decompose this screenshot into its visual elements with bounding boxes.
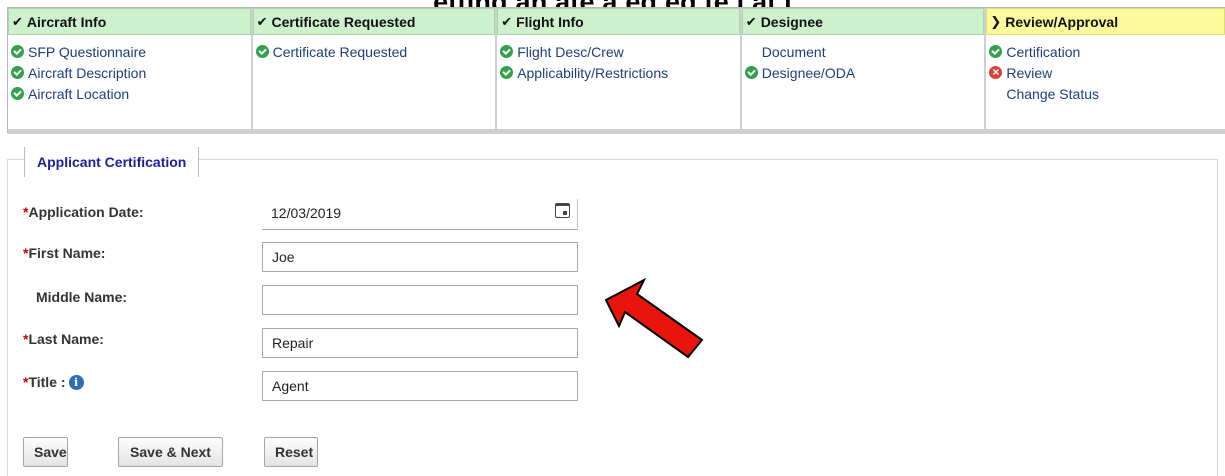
step-link-document[interactable]: Document	[745, 41, 985, 62]
step-link-label: Change Status	[1006, 85, 1099, 102]
step-header-designee[interactable]: ✔ Designee	[741, 8, 985, 35]
application-date-value: 12/03/2019	[271, 205, 342, 221]
step-link-label: Certification	[1006, 43, 1081, 60]
check-icon: ✔	[12, 13, 23, 29]
x-circle-icon	[989, 66, 1003, 79]
step-link-aircraft-location[interactable]: Aircraft Location	[11, 83, 251, 104]
application-date-field[interactable]: 12/03/2019	[262, 199, 578, 230]
check-circle-icon	[255, 45, 269, 58]
check-circle-icon	[11, 66, 24, 79]
step-link-sfp-questionnaire[interactable]: SFP Questionnaire	[11, 41, 251, 62]
step-flight-info: ✔ Flight Info Flight Desc/Crew Applicabi…	[497, 8, 742, 134]
step-link-certification[interactable]: Certification	[989, 41, 1225, 62]
check-circle-icon	[500, 45, 514, 58]
save-button[interactable]: Save	[23, 437, 68, 467]
save-and-next-button[interactable]: Save & Next	[118, 437, 223, 467]
blank-status-icon	[989, 87, 1002, 100]
check-circle-icon	[11, 45, 24, 58]
last-name-label: Last Name:	[28, 331, 104, 347]
step-link-review[interactable]: Review	[989, 62, 1225, 83]
step-link-label: Flight Desc/Crew	[517, 43, 624, 60]
reset-button[interactable]: Reset	[264, 437, 318, 467]
first-name-input[interactable]	[262, 242, 578, 272]
title-label-row: * Title : i	[23, 374, 84, 390]
step-link-designee-oda[interactable]: Designee/ODA	[744, 62, 985, 83]
step-link-flight-desc-crew[interactable]: Flight Desc/Crew	[500, 41, 740, 62]
step-link-label: Document	[761, 43, 826, 60]
step-review-approval: ❯ Review/Approval Certification Review C…	[986, 8, 1225, 134]
first-name-label: First Name:	[28, 245, 106, 261]
step-link-label: Certificate Requested	[272, 43, 408, 60]
step-title: Designee	[760, 13, 823, 30]
last-name-input[interactable]	[262, 328, 578, 358]
info-icon[interactable]: i	[68, 374, 84, 390]
arrow-pointer-icon	[604, 278, 704, 359]
step-title: Flight Info	[516, 13, 584, 30]
chevron-right-icon: ❯	[990, 13, 1002, 29]
section-legend: Applicant Certification	[24, 147, 200, 177]
step-title: Certificate Requested	[271, 13, 416, 30]
step-link-applicability-restrictions[interactable]: Applicability/Restrictions	[500, 62, 740, 83]
step-title: Aircraft Info	[26, 13, 107, 30]
step-header-certificate-requested[interactable]: ✔ Certificate Requested	[252, 8, 496, 35]
step-link-label: Aircraft Location	[28, 85, 130, 102]
calendar-icon[interactable]	[555, 203, 570, 218]
step-designee: ✔ Designee Document Designee/ODA	[741, 8, 987, 134]
application-date-label-row: * Application Date:	[23, 204, 144, 220]
blank-status-icon	[745, 45, 758, 58]
step-link-certificate-requested[interactable]: Certificate Requested	[255, 41, 496, 62]
middle-name-label-row: Middle Name:	[36, 289, 127, 305]
step-header-review-approval[interactable]: ❯ Review/Approval	[986, 8, 1225, 35]
check-circle-icon	[500, 66, 514, 79]
first-name-label-row: * First Name:	[23, 245, 105, 261]
check-icon: ✔	[745, 13, 757, 29]
progress-steps: ✔ Aircraft Info SFP Questionnaire Aircra…	[7, 7, 1225, 134]
step-link-label: Review	[1006, 64, 1053, 81]
step-certificate-requested: ✔ Certificate Requested Certificate Requ…	[252, 8, 498, 134]
middle-name-input[interactable]	[262, 285, 578, 315]
application-date-label: Application Date:	[28, 204, 144, 220]
check-circle-icon	[989, 45, 1003, 58]
step-link-label: Applicability/Restrictions	[517, 64, 669, 81]
last-name-label-row: * Last Name:	[23, 331, 104, 347]
step-header-aircraft-info[interactable]: ✔ Aircraft Info	[8, 8, 251, 35]
check-icon: ✔	[256, 13, 268, 29]
annotation-arrow-shape	[604, 278, 704, 359]
step-link-label: Aircraft Description	[28, 64, 147, 81]
step-link-label: Designee/ODA	[761, 64, 856, 81]
step-aircraft-info: ✔ Aircraft Info SFP Questionnaire Aircra…	[8, 8, 253, 134]
step-header-flight-info[interactable]: ✔ Flight Info	[497, 8, 740, 35]
step-link-label: SFP Questionnaire	[28, 43, 147, 60]
check-circle-icon	[11, 87, 24, 100]
check-icon: ✔	[501, 13, 513, 29]
middle-name-label: Middle Name:	[36, 289, 128, 305]
title-label: Title :	[28, 374, 66, 390]
check-circle-icon	[744, 66, 758, 79]
title-input[interactable]	[262, 371, 578, 401]
step-title: Review/Approval	[1005, 13, 1119, 30]
step-link-change-status[interactable]: Change Status	[989, 83, 1225, 104]
step-link-aircraft-description[interactable]: Aircraft Description	[11, 62, 251, 83]
